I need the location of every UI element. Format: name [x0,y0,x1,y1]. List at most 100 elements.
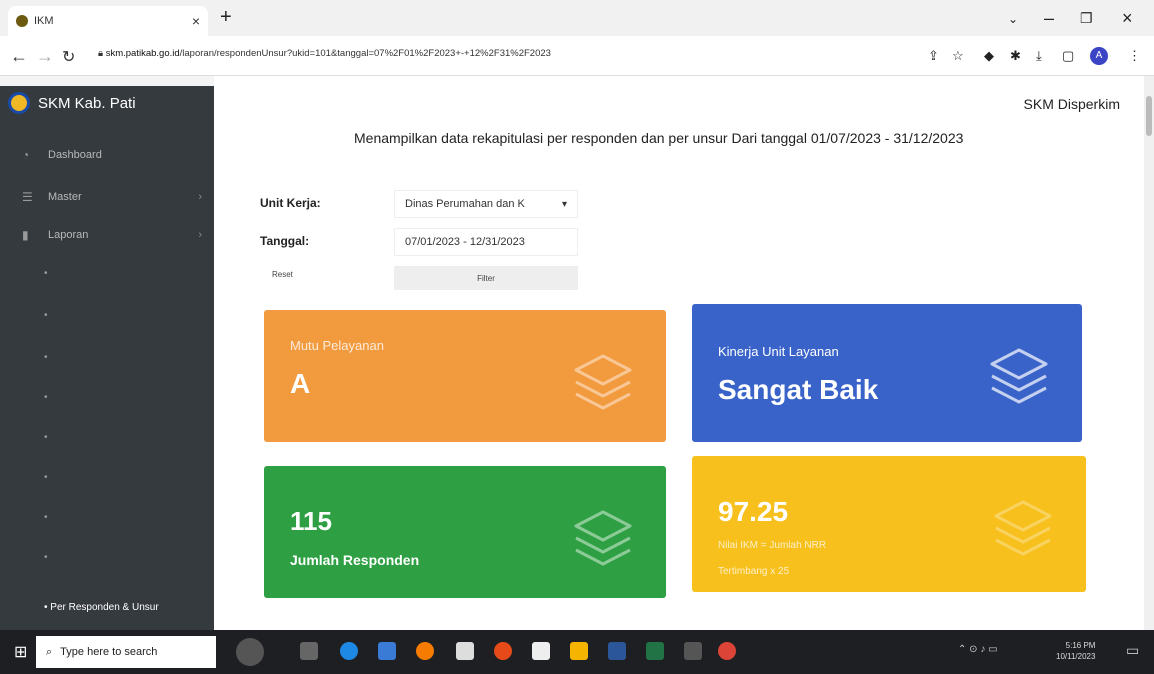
layers-icon [990,348,1048,404]
nilai-ikm-note-line2: Tertimbang x 25 [718,566,790,577]
firefox-icon[interactable] [416,642,434,660]
jumlah-responden-card: 115 Jumlah Responden [264,466,666,598]
sidebar-item-master[interactable]: ☰ Master › [22,190,202,204]
unit-kerja-value: Dinas Perumahan dan K [405,198,525,210]
sidebar-brand[interactable]: SKM Kab. Pati [8,92,136,114]
jumlah-responden-label: Jumlah Responden [290,552,420,568]
tanggal-value: 07/01/2023 - 12/31/2023 [405,236,525,248]
kinerja-unit-label: Kinerja Unit Layanan [718,344,839,359]
windows-start-icon[interactable]: ⊞ [14,642,27,662]
page-scrollbar[interactable] [1144,76,1154,646]
word-icon[interactable] [608,642,626,660]
nilai-ikm-card: 97.25 Nilai IKM = Jumlah NRR Tertimbang … [692,456,1086,592]
main-content: SKM Disperkim Menampilkan data rekapitul… [214,76,1144,646]
chrome-icon[interactable] [718,642,736,660]
store-icon[interactable] [456,642,474,660]
layers-icon [574,510,632,566]
scrollbar-thumb[interactable] [1146,96,1152,136]
new-tab-icon[interactable]: + [220,6,232,29]
tanggal-label: Tanggal: [260,234,310,248]
search-icon: ⌕ [46,645,53,658]
taskbar-search-box[interactable]: ⌕ Type here to search [36,636,216,668]
page-headline: Menampilkan data rekapitulasi per respon… [354,130,964,146]
sidebar-item-laporan[interactable]: ▮ Laporan › [22,228,202,242]
sidebar-subitem[interactable]: • [44,268,48,279]
profile-avatar[interactable]: A [1090,47,1108,65]
sidebar-subitem[interactable]: • [44,352,48,363]
system-tray[interactable]: ⌃ ⊙ ♪ ▭ [958,644,998,655]
sidebar-item-label: Laporan [48,229,89,241]
layers-icon [574,354,632,410]
screen: IKM × + ⌄ – ❐ × ← → ↻ 🔒︎ skm.patikab.go.… [0,0,1154,674]
taskbar: ⊞ ⌕ Type here to search ⌃ ⊙ ♪ ▭ 5:16 PM … [0,630,1154,674]
sidebar-subitem[interactable]: • [44,512,48,523]
close-tab-icon[interactable]: × [192,13,200,29]
mutu-pelayanan-card: Mutu Pelayanan A [264,310,666,442]
sidebar-item-label: Master [48,191,82,203]
sidebar-subitem[interactable]: • [44,310,48,321]
file-explorer-icon[interactable] [570,642,588,660]
tanggal-input[interactable]: 07/01/2023 - 12/31/2023 [394,228,578,256]
url-host: skm.patikab.go.id [105,48,180,59]
filter-button[interactable]: Filter [394,266,578,290]
unit-kerja-label: Unit Kerja: [260,196,321,210]
sidebar-item-dashboard[interactable]: ◔ Dashboard [22,148,202,162]
unit-kerja-select[interactable]: Dinas Perumahan dan K ▾ [394,190,578,218]
browser-tab[interactable]: IKM × [8,6,208,36]
reload-icon[interactable]: ↻ [62,47,75,67]
bookmark-star-icon[interactable]: ☆ [952,48,964,64]
nilai-ikm-value: 97.25 [718,496,789,527]
layers-icon [994,500,1052,556]
nilai-ikm-note-line1: Nilai IKM = Jumlah NRR [718,540,827,551]
app-icon[interactable] [684,642,702,660]
url-path: /laporan/respondenUnsur?ukid=101&tanggal… [179,48,551,59]
sidepanel-icon[interactable]: ▢ [1062,48,1074,64]
brand-name: SKM Kab. Pati [38,94,136,112]
sidebar-item-label: Dashboard [48,149,102,161]
back-icon[interactable]: ← [10,46,28,67]
download-icon[interactable]: ⤓ [1036,48,1042,64]
tab-search-icon[interactable]: ⌄ [1008,12,1018,26]
sidebar-subitem[interactable]: • [44,432,48,443]
chevron-down-icon: ▾ [561,198,567,210]
forward-icon[interactable]: → [36,46,54,67]
close-window-icon[interactable]: × [1122,8,1133,29]
minimize-icon[interactable]: – [1044,8,1054,29]
sidebar-subitem-per-responden[interactable]: • Per Responden & Unsur [44,602,159,613]
jumlah-responden-value: 115 [290,506,332,536]
header-user-title[interactable]: SKM Disperkim [1024,96,1120,112]
edge-icon[interactable] [340,642,358,660]
file-icon[interactable] [532,642,550,660]
sidebar-subitem-label: Per Responden & Unsur [50,602,159,613]
clock-time: 5:16 PM [1065,641,1096,650]
mutu-pelayanan-label: Mutu Pelayanan [290,338,384,353]
kinerja-unit-card: Kinerja Unit Layanan Sangat Baik [692,304,1082,442]
logo-icon [8,92,30,114]
taskbar-clock[interactable]: 5:16 PM 10/11/2023 [1056,640,1095,662]
mail-icon[interactable] [378,642,396,660]
sidebar: SKM Kab. Pati ◔ Dashboard ☰ Master › ▮ L… [0,86,214,646]
share-icon[interactable]: ⇪ [928,48,939,64]
lock-icon: 🔒︎ [98,48,106,59]
extension-icon[interactable]: ◆ [984,48,994,64]
search-placeholder: Type here to search [60,646,158,658]
dashboard-icon: ◔ [22,148,30,162]
kinerja-unit-value: Sangat Baik [718,374,879,405]
puzzle-icon[interactable]: ✱ [1010,48,1021,64]
tab-title: IKM [34,15,54,27]
opera-icon[interactable] [494,642,512,660]
reset-button[interactable]: Reset [272,270,293,279]
mutu-pelayanan-value: A [290,368,311,399]
chevron-right-icon: › [198,191,202,203]
restore-icon[interactable]: ❐ [1080,10,1093,27]
menu-icon[interactable]: ⋮ [1128,48,1141,64]
cortana-icon[interactable] [236,638,264,666]
sidebar-subitem[interactable]: • [44,472,48,483]
notification-icon[interactable]: ▭ [1126,642,1139,659]
address-bar[interactable]: 🔒︎ skm.patikab.go.id/laporan/respondenUn… [98,48,551,59]
task-view-icon[interactable] [300,642,318,660]
excel-icon[interactable] [646,642,664,660]
clock-date: 10/11/2023 [1056,652,1096,661]
sidebar-subitem[interactable]: • [44,552,48,563]
sidebar-subitem[interactable]: • [44,392,48,403]
